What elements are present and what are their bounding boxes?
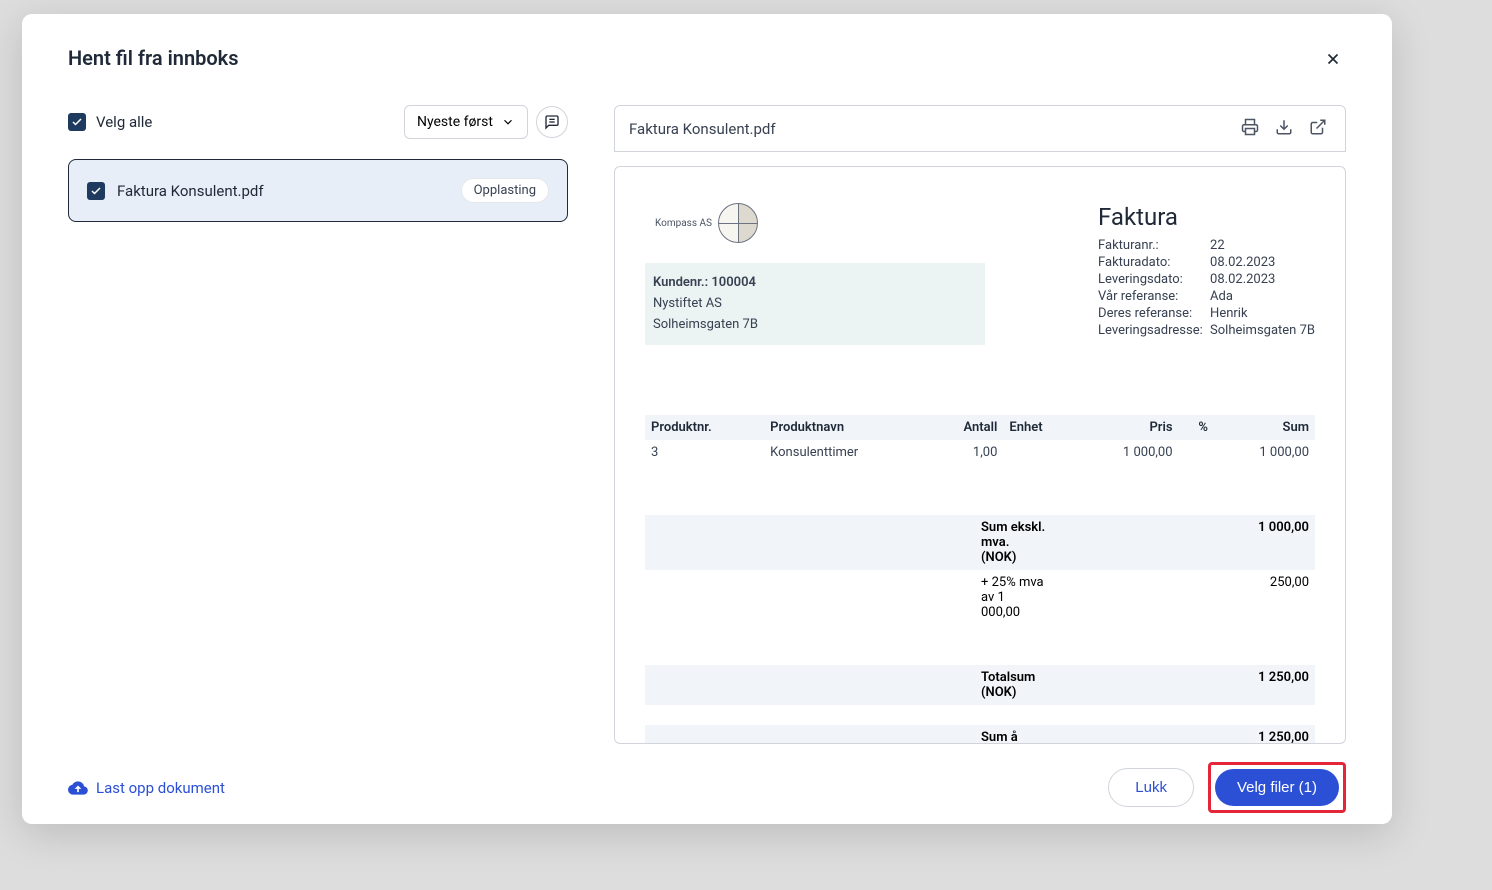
totals-block: Sum ekskl. mva. (NOK) 1 000,00 + 25% mva… — [645, 515, 1315, 744]
total-value: 250,00 — [1270, 575, 1309, 620]
meta-label: Leveringsadresse: — [1098, 323, 1210, 338]
total-label: Sum ekskl. mva. (NOK) — [651, 520, 1046, 565]
download-button[interactable] — [1271, 116, 1297, 141]
select-all-row: Velg alle — [68, 113, 152, 131]
col-pct: % — [1179, 415, 1214, 440]
external-link-icon — [1309, 118, 1327, 136]
meta-label: Fakturadato: — [1098, 255, 1210, 270]
select-files-button[interactable]: Velg filer (1) — [1215, 769, 1339, 806]
close-icon — [1324, 50, 1342, 68]
cell-sum: 1 000,00 — [1214, 440, 1315, 465]
close-button-footer[interactable]: Lukk — [1108, 768, 1194, 807]
close-button[interactable] — [1320, 46, 1346, 75]
chevron-down-icon — [501, 115, 515, 129]
total-label: Sum å betale (NOK) — [651, 730, 1046, 744]
company-name: Kompass AS — [655, 218, 712, 229]
upload-icon — [68, 778, 88, 798]
col-enhet: Enhet — [1003, 415, 1077, 440]
upload-label: Last opp dokument — [96, 779, 225, 797]
modal-dialog: Hent fil fra innboks Velg alle Nyeste fø… — [22, 14, 1392, 824]
sort-label: Nyeste først — [417, 114, 493, 130]
open-external-button[interactable] — [1305, 116, 1331, 141]
table-header-row: Produktnr. Produktnavn Antall Enhet Pris… — [645, 415, 1315, 440]
customer-address: Solheimsgaten 7B — [653, 315, 977, 336]
print-button[interactable] — [1237, 116, 1263, 141]
company-logo: Kompass AS — [655, 203, 985, 243]
preview-toolbar: Faktura Konsulent.pdf — [614, 105, 1346, 152]
meta-label: Leveringsdato: — [1098, 272, 1210, 287]
sort-group: Nyeste først — [404, 105, 568, 139]
col-pris: Pris — [1078, 415, 1179, 440]
meta-label: Deres referanse: — [1098, 306, 1210, 321]
preview-pane: Faktura Konsulent.pdf Kompass AS — [614, 75, 1346, 744]
total-row: Sum ekskl. mva. (NOK) 1 000,00 — [645, 515, 1315, 570]
meta-value: Henrik — [1210, 306, 1248, 321]
meta-value: Ada — [1210, 289, 1233, 304]
comment-icon — [544, 114, 560, 130]
table-row: 3 Konsulenttimer 1,00 1 000,00 1 000,00 — [645, 440, 1315, 465]
sort-dropdown[interactable]: Nyeste først — [404, 105, 528, 139]
cell-enhet — [1003, 440, 1077, 465]
customer-block: Kundenr.: 100004 Nystiftet AS Solheimsga… — [645, 263, 985, 345]
meta-label: Fakturanr.: — [1098, 238, 1210, 253]
check-icon — [90, 185, 102, 197]
modal-title: Hent fil fra innboks — [68, 46, 239, 70]
meta-label: Vår referanse: — [1098, 289, 1210, 304]
meta-value: 22 — [1210, 238, 1225, 253]
customer-number: Kundenr.: 100004 — [653, 273, 977, 294]
file-list-toolbar: Velg alle Nyeste først — [68, 75, 568, 159]
modal-header: Hent fil fra innboks — [22, 14, 1392, 75]
highlight-annotation: Velg filer (1) — [1208, 762, 1346, 813]
modal-body: Velg alle Nyeste først Faktura Konsulen — [22, 75, 1392, 744]
col-produktnavn: Produktnavn — [764, 415, 928, 440]
comment-button[interactable] — [536, 106, 568, 138]
file-name: Faktura Konsulent.pdf — [117, 182, 449, 200]
total-row: Sum å betale (NOK) 1 250,00 — [645, 725, 1315, 744]
document-preview[interactable]: Kompass AS Kundenr.: 100004 Nystiftet AS… — [614, 166, 1346, 744]
print-icon — [1241, 118, 1259, 136]
invoice-header: Kompass AS Kundenr.: 100004 Nystiftet AS… — [645, 203, 1315, 345]
download-icon — [1275, 118, 1293, 136]
total-row: Totalsum (NOK) 1 250,00 — [645, 665, 1315, 705]
select-all-checkbox[interactable] — [68, 113, 86, 131]
cell-pct — [1179, 440, 1214, 465]
file-list-pane: Velg alle Nyeste først Faktura Konsulen — [68, 75, 568, 744]
meta-value: Solheimsgaten 7B — [1210, 323, 1315, 338]
footer-buttons: Lukk Velg filer (1) — [1108, 762, 1346, 813]
meta-value: 08.02.2023 — [1210, 255, 1275, 270]
line-items-table: Produktnr. Produktnavn Antall Enhet Pris… — [645, 415, 1315, 465]
modal-footer: Last opp dokument Lukk Velg filer (1) — [22, 744, 1392, 841]
cell-produktnavn: Konsulenttimer — [764, 440, 928, 465]
meta-value: 08.02.2023 — [1210, 272, 1275, 287]
total-row: + 25% mva av 1 000,00 250,00 — [645, 570, 1315, 625]
file-item[interactable]: Faktura Konsulent.pdf Opplasting — [68, 159, 568, 222]
upload-document-link[interactable]: Last opp dokument — [68, 778, 225, 798]
select-all-label: Velg alle — [96, 113, 152, 131]
total-label: Totalsum (NOK) — [651, 670, 1046, 700]
cell-antall: 1,00 — [928, 440, 1003, 465]
invoice-title: Faktura — [1098, 203, 1315, 231]
col-produktnr: Produktnr. — [645, 415, 764, 440]
company-block: Kompass AS Kundenr.: 100004 Nystiftet AS… — [645, 203, 985, 345]
total-value: 1 000,00 — [1258, 520, 1309, 565]
col-sum: Sum — [1214, 415, 1315, 440]
preview-filename: Faktura Konsulent.pdf — [629, 120, 1229, 138]
total-value: 1 250,00 — [1258, 670, 1309, 700]
cell-pris: 1 000,00 — [1078, 440, 1179, 465]
customer-name: Nystiftet AS — [653, 294, 977, 315]
file-checkbox[interactable] — [87, 182, 105, 200]
total-label: + 25% mva av 1 000,00 — [651, 575, 1046, 620]
total-value: 1 250,00 — [1258, 730, 1309, 744]
compass-icon — [718, 203, 758, 243]
col-antall: Antall — [928, 415, 1003, 440]
file-badge: Opplasting — [461, 178, 549, 203]
invoice-meta: Faktura Fakturanr.:22 Fakturadato:08.02.… — [1098, 203, 1315, 345]
check-icon — [71, 116, 83, 128]
cell-produktnr: 3 — [645, 440, 764, 465]
